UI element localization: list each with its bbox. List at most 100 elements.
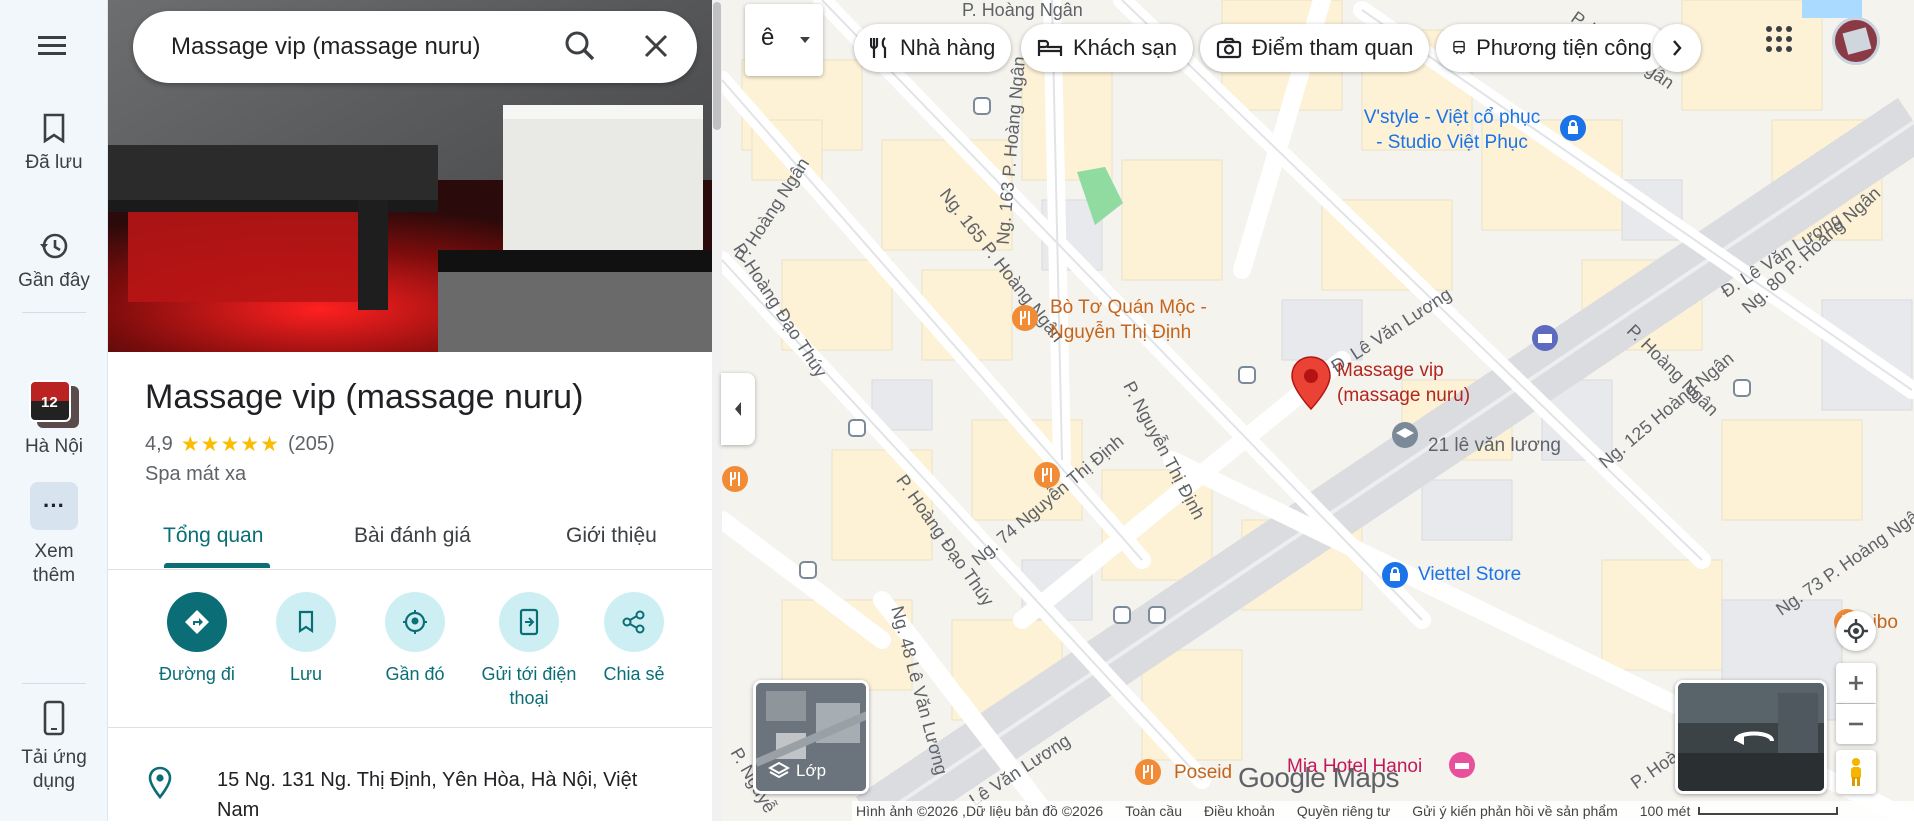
footer-region-link[interactable]: Toàn cầu — [1125, 803, 1182, 819]
chevron-left-icon — [735, 402, 741, 416]
chip-transit[interactable]: Phương tiện công — [1436, 24, 1668, 72]
bookmark-icon — [298, 610, 314, 634]
bus-stop-icon[interactable] — [1237, 365, 1257, 385]
close-icon[interactable] — [641, 31, 671, 66]
rail-divider — [22, 312, 86, 313]
scale-bar — [1698, 807, 1839, 815]
phone-icon — [43, 700, 65, 736]
rail-recent-label: Gần đây — [18, 270, 90, 291]
bus-stop-icon[interactable] — [1732, 378, 1752, 398]
divider — [108, 727, 713, 728]
hotel-pin-icon[interactable] — [1447, 750, 1477, 780]
restaurant-pin-icon[interactable] — [1010, 303, 1040, 333]
selected-place-pin-icon[interactable] — [1290, 355, 1332, 411]
zoom-out-button[interactable] — [1836, 704, 1876, 744]
share-button[interactable]: Chia sẻ — [574, 592, 694, 686]
my-location-button[interactable] — [1836, 611, 1876, 651]
poi-selected-place[interactable]: Massage vip (massage nuru) — [1337, 358, 1497, 408]
tab-overview[interactable]: Tổng quan — [163, 524, 263, 548]
collapse-panel-button[interactable] — [721, 373, 755, 445]
layers-label: Lớp — [796, 761, 827, 780]
footer-terms-link[interactable]: Điều khoản — [1204, 803, 1275, 819]
poi-viettel-store[interactable]: Viettel Store — [1418, 562, 1521, 587]
chip-hotels[interactable]: Khách sạn — [1021, 24, 1193, 72]
tab-reviews[interactable]: Bài đánh giá — [354, 524, 471, 548]
restaurant-pin-icon[interactable] — [722, 464, 750, 494]
google-maps-logo: Google Maps — [1238, 762, 1400, 793]
chevron-down-icon — [800, 37, 810, 43]
plus-icon — [1849, 676, 1863, 690]
rating-value: 4,9 — [145, 433, 173, 455]
footer-attribution: Hình ảnh ©2026 ,Dữ liệu bản đồ ©2026 — [856, 803, 1104, 819]
recent-place-badge: 12 — [41, 394, 58, 411]
train-icon — [1453, 40, 1465, 55]
recent-place-thumbnail: 12 — [29, 380, 79, 428]
chip-attractions-label: Điểm tham quan — [1252, 35, 1414, 60]
more-icon: ··· — [30, 482, 78, 530]
poi-poseidon[interactable]: Poseid — [1174, 760, 1232, 785]
chip-restaurants[interactable]: Nhà hàng — [854, 24, 1012, 72]
crosshair-icon — [1844, 619, 1868, 643]
chip-attractions[interactable]: Điểm tham quan — [1200, 24, 1430, 72]
restaurant-icon — [870, 37, 887, 58]
bus-stop-icon[interactable] — [798, 560, 818, 580]
menu-icon[interactable] — [36, 32, 70, 65]
zoom-in-button[interactable] — [1836, 663, 1876, 703]
shopping-pin-icon[interactable] — [1558, 113, 1588, 143]
minus-icon — [1849, 722, 1863, 726]
place-address[interactable]: 15 Ng. 131 Ng. Thị Định, Yên Hòa, Hà Nội… — [217, 765, 657, 825]
apps-grid-icon[interactable] — [1765, 25, 1793, 58]
camera-icon — [1216, 37, 1242, 59]
layers-button[interactable]: Lớp — [753, 680, 869, 794]
museum-pin-icon[interactable] — [1530, 323, 1560, 353]
rail-recent[interactable]: Gần đây — [0, 230, 108, 292]
hotel-icon — [1037, 39, 1063, 56]
search-box — [133, 11, 697, 83]
bus-stop-icon[interactable] — [1147, 605, 1167, 625]
rail-divider — [22, 683, 86, 684]
tab-about[interactable]: Giới thiệu — [566, 524, 657, 548]
directions-button[interactable]: Đường đi — [137, 592, 257, 686]
place-panel: Massage vip (massage nuru) 4,9 ★★★★★ (20… — [108, 0, 713, 821]
account-avatar[interactable] — [1832, 17, 1880, 65]
poi-bo-to[interactable]: Bò Tơ Quán Mộc - Nguyễn Thị Định — [1050, 295, 1250, 345]
footer-feedback-link[interactable]: Gửi ý kiến phản hồi về sản phẩm — [1412, 803, 1618, 819]
pegman-button[interactable] — [1836, 750, 1876, 794]
tab-active-indicator — [164, 563, 270, 568]
nearby-label: Gần đó — [385, 664, 445, 684]
save-button[interactable]: Lưu — [246, 592, 366, 686]
place-category[interactable]: Spa mát xa — [145, 463, 246, 486]
chips-next-button[interactable] — [1653, 24, 1701, 72]
input-tools-button[interactable]: ê — [745, 4, 823, 76]
rail-get-app[interactable]: Tải ứng dụng — [0, 700, 108, 794]
star-rating: ★★★★★ — [180, 433, 280, 456]
poi-vstyle[interactable]: V'style - Việt cổ phục - Studio Việt Phụ… — [1362, 105, 1542, 155]
review-count[interactable]: (205) — [288, 433, 335, 456]
rail-more-label: Xem thêm — [32, 541, 76, 586]
poi-21-le-van-luong[interactable]: 21 lê văn lương — [1428, 433, 1561, 458]
search-icon[interactable] — [563, 29, 597, 68]
scrollbar-thumb[interactable] — [713, 2, 721, 130]
history-icon — [40, 233, 68, 259]
location-pin-icon — [147, 766, 173, 805]
restaurant-pin-icon[interactable] — [1032, 460, 1062, 490]
chip-restaurants-label: Nhà hàng — [900, 35, 996, 60]
bus-stop-icon[interactable] — [847, 418, 867, 438]
restaurant-pin-icon[interactable] — [1133, 757, 1163, 787]
search-input[interactable] — [169, 11, 549, 83]
directions-icon — [185, 610, 209, 634]
street-view-preview[interactable] — [1675, 680, 1827, 794]
nearby-icon — [403, 610, 427, 634]
scale-label[interactable]: 100 mét — [1640, 803, 1691, 819]
rating-row[interactable]: 4,9 ★★★★★ (205) — [145, 432, 335, 457]
education-pin-icon[interactable] — [1390, 420, 1420, 450]
nearby-button[interactable]: Gần đó — [355, 592, 475, 686]
rail-recent-place[interactable]: 12 Hà Nội — [0, 380, 108, 458]
rail-saved[interactable]: Đã lưu — [0, 112, 108, 174]
bus-stop-icon[interactable] — [972, 96, 992, 116]
footer-privacy-link[interactable]: Quyền riêng tư — [1297, 803, 1390, 819]
rail-more[interactable]: ··· Xem thêm — [0, 482, 108, 588]
bus-stop-icon[interactable] — [1112, 605, 1132, 625]
shopping-pin-icon[interactable] — [1380, 560, 1410, 590]
map-footer: Hình ảnh ©2026 ,Dữ liệu bản đồ ©2026 Toà… — [852, 801, 1914, 821]
